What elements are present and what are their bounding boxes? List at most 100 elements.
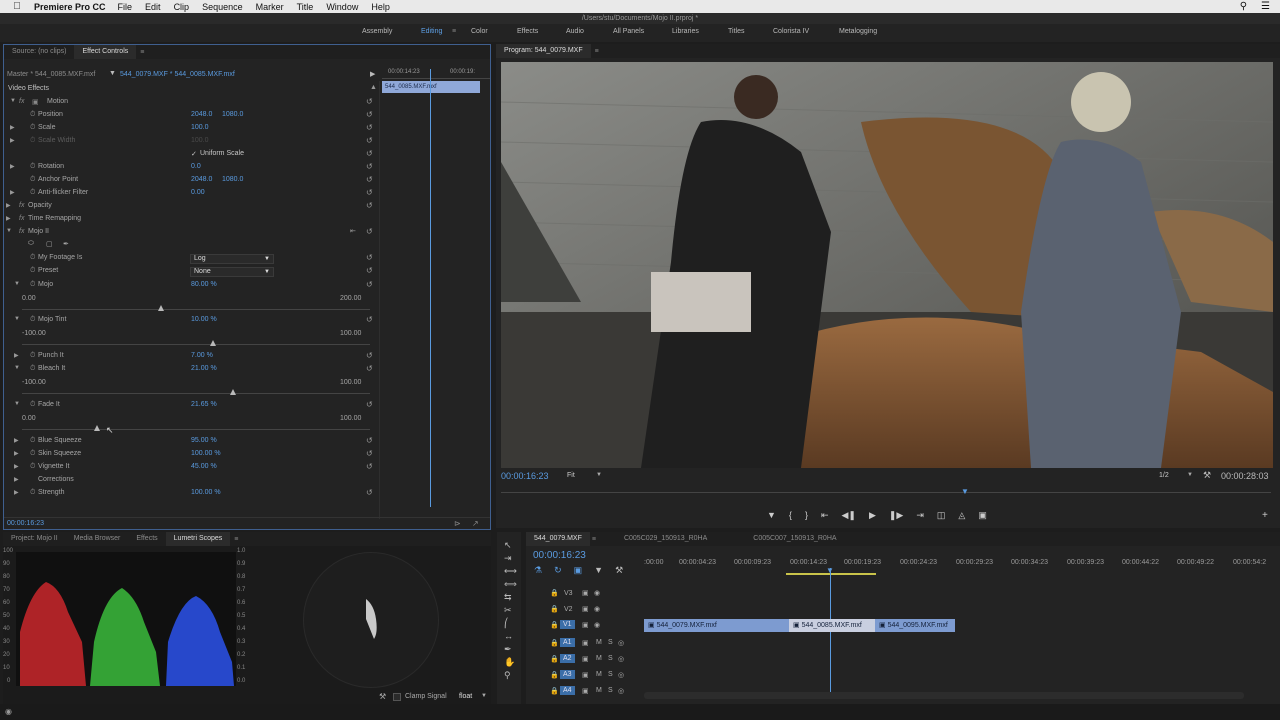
mojo-tint-value[interactable]: 10.00 % [191,316,217,323]
ripple-edit-tool-icon[interactable]: ⟷ [504,566,517,577]
anchor-x-value[interactable]: 2048.0 [191,176,212,183]
twirl-down-icon[interactable]: ▼ [14,365,20,371]
reset-icon[interactable]: ↺ [366,149,373,158]
microphone-icon[interactable]: ◎ [618,687,624,695]
toggle-output-icon[interactable]: ▣ [582,639,589,647]
toggle-output-icon[interactable]: ▣ [582,605,589,613]
mute-icon[interactable]: M [596,655,602,662]
ec-timecode[interactable]: 00:00:16:23 [7,520,44,527]
extract-icon[interactable]: ◬ [958,510,965,521]
reset-icon[interactable]: ↺ [366,266,373,275]
workspace-menu-icon[interactable]: ≡ [452,28,456,35]
solo-icon[interactable]: S [608,671,613,678]
add-marker-icon[interactable]: ▼ [767,510,776,521]
selection-tool-icon[interactable]: ↖ [504,540,512,551]
toggle-output-icon[interactable]: ▣ [582,687,589,695]
microphone-icon[interactable]: ◎ [618,639,624,647]
stopwatch-icon[interactable]: ⏱ [30,189,35,197]
snap-icon[interactable]: ↻ [554,565,562,576]
lift-icon[interactable]: ◫ [937,510,946,521]
mark-in-icon[interactable]: { [789,510,792,521]
scroll-up-icon[interactable]: ▲ [370,84,377,91]
fx-icon[interactable]: fx [19,98,24,105]
wrench-icon[interactable]: ⚒ [379,692,386,701]
reset-icon[interactable]: ↺ [366,462,373,471]
solo-icon[interactable]: S [608,639,613,646]
effect-settings-icon[interactable]: ⇤ [350,227,356,235]
twirl-right-icon[interactable]: ▶ [14,489,19,496]
chevron-down-icon[interactable]: ▼ [481,693,487,699]
twirl-down-icon[interactable]: ▼ [10,98,16,104]
play-icon[interactable]: ▶ [869,510,876,521]
program-current-time[interactable]: 00:00:16:23 [501,471,549,481]
stopwatch-icon[interactable]: ⏱ [30,267,35,275]
track-label[interactable]: A4 [560,686,575,695]
twirl-down-icon[interactable]: ▼ [14,401,20,407]
stopwatch-icon[interactable]: ⏱ [30,316,35,324]
track-label[interactable]: A3 [560,670,575,679]
step-forward-icon[interactable]: ❚▶ [889,510,903,521]
tab-sequence-c005c029[interactable]: C005C029_150913_R0HA [616,532,715,546]
resolution-dropdown[interactable]: 1/2 [1159,472,1169,479]
scale-value[interactable]: 100.0 [191,124,209,131]
lock-icon[interactable]: 🔒 [550,605,559,613]
menu-marker[interactable]: Marker [256,2,284,12]
nest-icon[interactable]: ⚗ [534,565,542,576]
linked-selection-icon[interactable]: ▣ [574,565,583,576]
reset-icon[interactable]: ↺ [366,315,373,324]
slider-track[interactable] [22,309,370,310]
slider-track[interactable] [22,429,370,430]
workspace-all-panels[interactable]: All Panels [613,28,644,35]
rate-stretch-tool-icon[interactable]: ⇆ [504,592,512,603]
track-label[interactable]: V1 [560,620,575,629]
stopwatch-icon[interactable]: ⏱ [30,124,35,132]
add-button-icon[interactable]: + [1262,510,1268,521]
lock-icon[interactable]: 🔒 [550,621,559,629]
solo-icon[interactable]: S [608,687,613,694]
stopwatch-icon[interactable]: ⏱ [30,437,35,445]
toggle-output-icon[interactable]: ▣ [582,655,589,663]
reset-icon[interactable]: ↺ [366,351,373,360]
workspace-colorista[interactable]: Colorista IV [773,28,809,35]
track-label[interactable]: A1 [560,638,575,647]
fx-icon[interactable]: fx [19,202,24,209]
anchor-y-value[interactable]: 1080.0 [222,176,243,183]
program-video-frame[interactable] [501,62,1273,468]
reset-icon[interactable]: ↺ [366,175,373,184]
stopwatch-icon[interactable]: ⏱ [30,365,35,373]
eye-icon[interactable]: ◉ [594,605,600,613]
clamp-signal-checkbox[interactable] [393,693,401,701]
stopwatch-icon[interactable]: ⏱ [30,463,35,471]
slider-knob[interactable] [94,425,101,431]
slider-knob[interactable] [210,340,217,346]
stopwatch-icon[interactable]: ⏱ [30,254,35,262]
tab-source[interactable]: Source: (no clips) [4,45,74,59]
eye-icon[interactable]: ◉ [594,589,600,597]
vignette-value[interactable]: 45.00 % [191,463,217,470]
mute-icon[interactable]: M [596,671,602,678]
blue-squeeze-value[interactable]: 95.00 % [191,437,217,444]
fx-icon[interactable]: fx [19,228,24,235]
reset-icon[interactable]: ↺ [366,400,373,409]
list-icon[interactable]: ☰ [1261,1,1270,12]
tab-media-browser[interactable]: Media Browser [66,532,129,546]
workspace-audio[interactable]: Audio [566,28,584,35]
reset-icon[interactable]: ↺ [366,97,373,106]
lock-icon[interactable]: 🔒 [550,687,559,695]
stopwatch-icon[interactable]: ⏱ [30,111,35,119]
stopwatch-icon[interactable]: ⏱ [30,450,35,458]
mute-icon[interactable]: M [596,639,602,646]
tab-effect-controls[interactable]: Effect Controls [74,45,137,59]
bleach-value[interactable]: 21.00 % [191,365,217,372]
hand-tool-icon[interactable]: ✋ [504,657,515,668]
rotation-value[interactable]: 0.0 [191,163,201,170]
app-menu[interactable]: Premiere Pro CC [34,2,106,12]
zoom-fit-dropdown[interactable]: Fit [567,472,575,479]
twirl-right-icon[interactable]: ▶ [6,202,11,209]
play-clip-icon[interactable]: ▶ [370,70,375,78]
workspace-color[interactable]: Color [471,28,488,35]
reset-icon[interactable]: ↺ [366,488,373,497]
panel-menu-icon[interactable]: ≡ [595,48,599,55]
twirl-down-icon[interactable]: ▼ [6,228,12,234]
mark-out-icon[interactable]: } [805,510,808,521]
